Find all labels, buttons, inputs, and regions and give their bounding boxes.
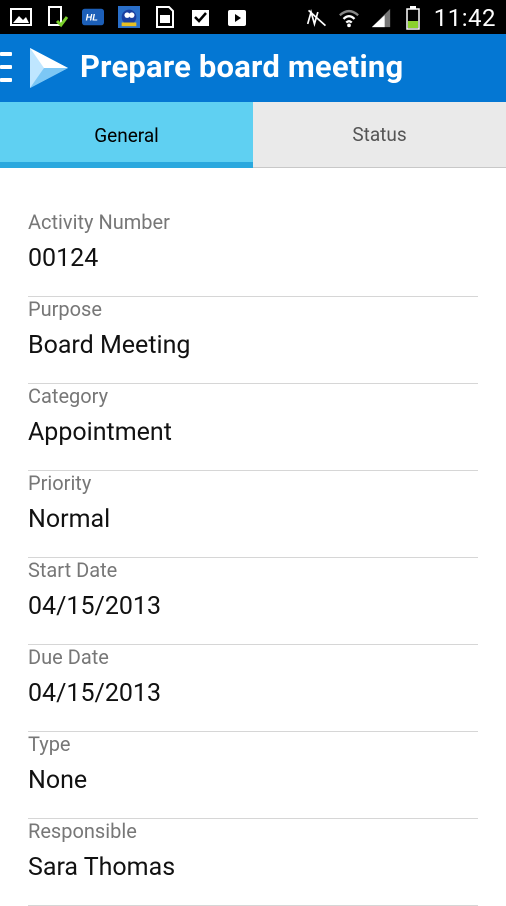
field-value: 00124 (28, 244, 99, 273)
app-logo-icon[interactable] (26, 44, 72, 92)
signal-icon (370, 7, 392, 29)
field-activity-number: Activity Number 00124 (28, 210, 478, 297)
play-store-icon (226, 6, 248, 28)
field-label: Responsible (28, 819, 137, 843)
download-check-icon (46, 6, 68, 28)
wifi-icon (338, 7, 360, 29)
field-value: 04/15/2013 (28, 592, 162, 621)
status-bar: HL 11:42 (0, 0, 506, 34)
field-value: Sara Thomas (28, 853, 176, 882)
sonic-app-icon (118, 6, 140, 28)
tab-status[interactable]: Status (253, 102, 506, 168)
field-label: Type (28, 732, 71, 756)
field-label: Due Date (28, 645, 109, 669)
tab-general[interactable]: General (0, 102, 253, 168)
field-priority: Priority Normal (28, 471, 478, 558)
tab-bar: General Status (0, 102, 506, 168)
field-due-date: Due Date 04/15/2013 (28, 645, 478, 732)
field-start-date: Start Date 04/15/2013 (28, 558, 478, 645)
field-label: Purpose (28, 297, 102, 321)
notification-icons: HL (10, 6, 248, 28)
field-value: 04/15/2013 (28, 679, 162, 708)
field-value: Appointment (28, 418, 172, 447)
clock: 11:42 (433, 4, 496, 32)
field-value: Normal (28, 505, 111, 534)
app-bar: Prepare board meeting (0, 34, 506, 102)
field-value: None (28, 766, 88, 795)
page-title: Prepare board meeting (80, 48, 404, 85)
field-label: Priority (28, 471, 92, 495)
image-icon (10, 6, 32, 28)
svg-text:HL: HL (86, 13, 99, 23)
system-icons: 11:42 (306, 4, 496, 32)
battery-icon (402, 6, 424, 30)
checkbox-icon (190, 6, 212, 28)
hl-app-icon: HL (82, 6, 104, 28)
field-value: Board Meeting (28, 331, 191, 360)
menu-icon[interactable] (0, 52, 12, 82)
field-type: Type None (28, 732, 478, 819)
no-sound-icon (306, 7, 328, 29)
field-label: Start Date (28, 558, 118, 582)
field-category: Category Appointment (28, 384, 478, 471)
sim-card-icon (154, 6, 176, 28)
field-label: Category (28, 384, 109, 408)
field-label: Activity Number (28, 210, 170, 234)
field-purpose: Purpose Board Meeting (28, 297, 478, 384)
field-responsible: Responsible Sara Thomas (28, 819, 478, 906)
